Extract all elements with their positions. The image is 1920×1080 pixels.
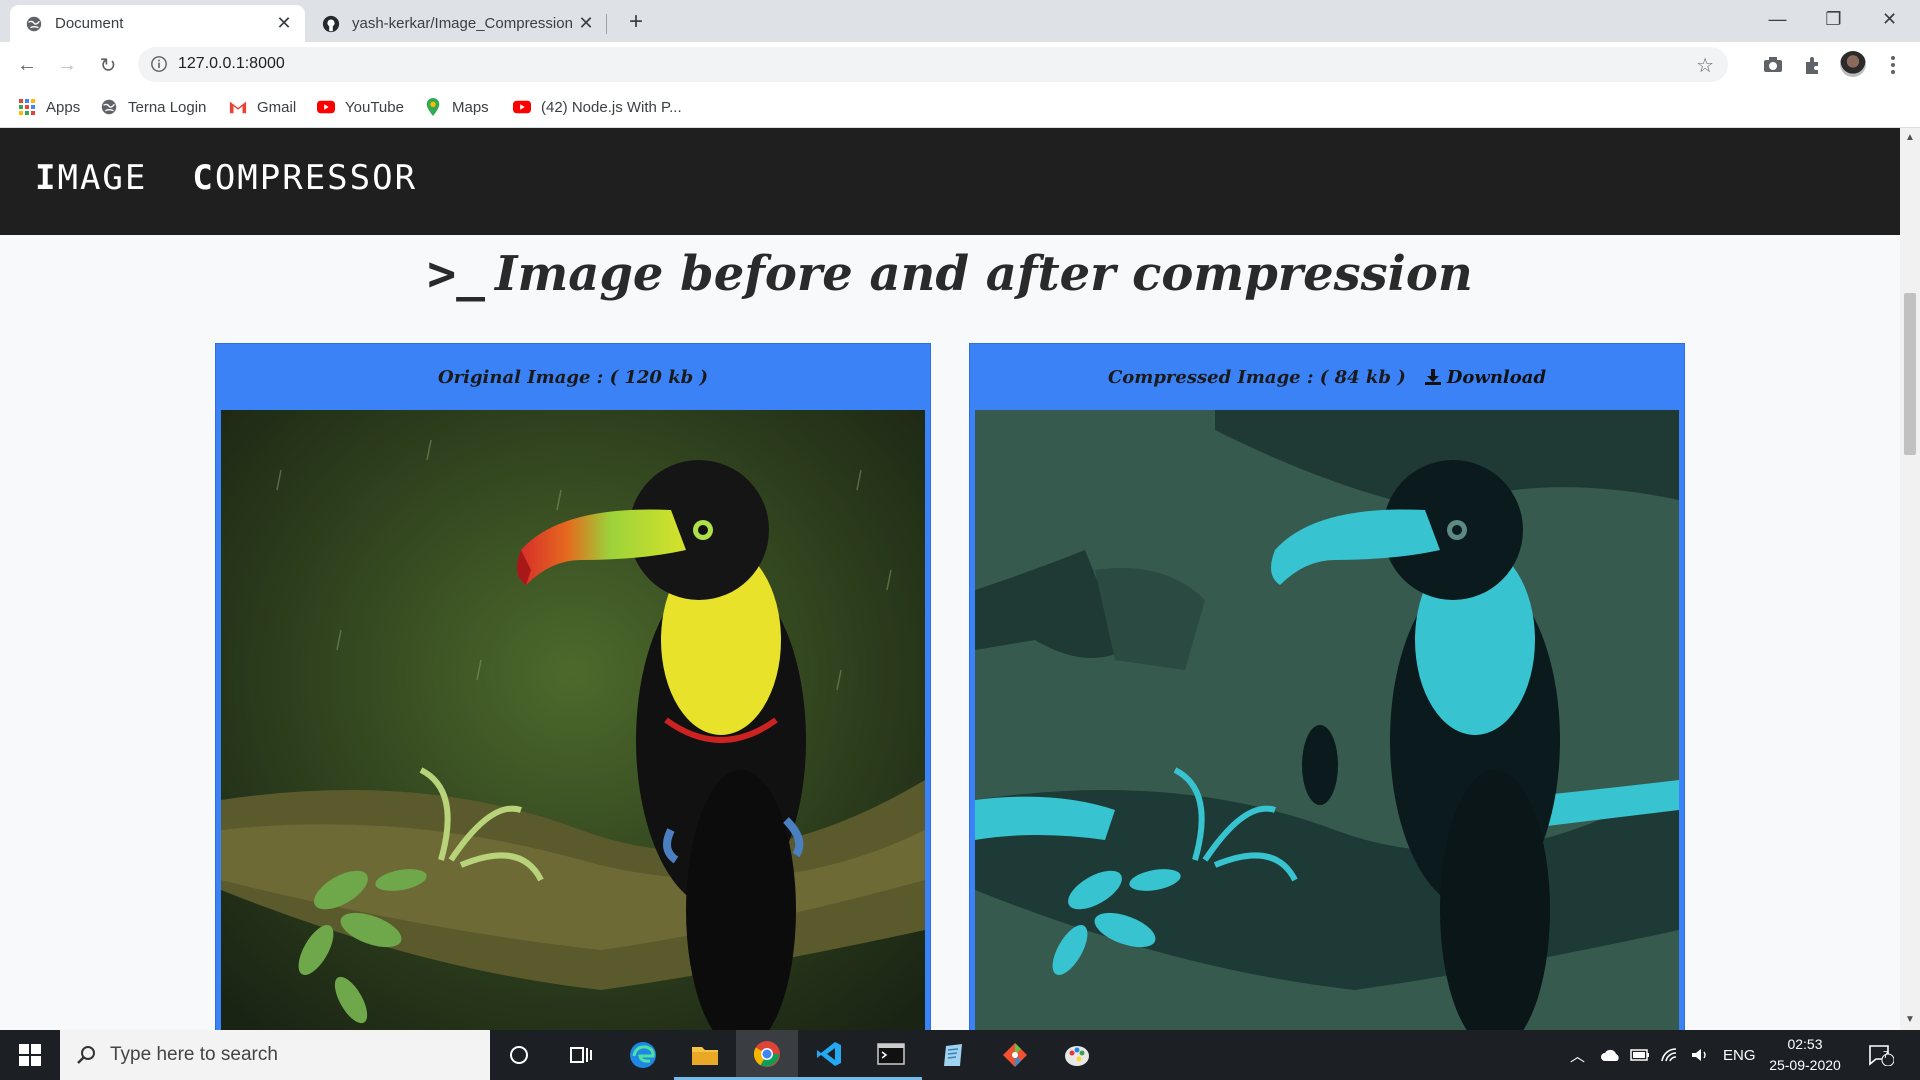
heading-text: Image before and after compression — [494, 246, 1473, 302]
download-link[interactable]: Download — [1424, 367, 1546, 388]
paint-icon[interactable] — [1046, 1030, 1108, 1080]
minimize-button[interactable]: — — [1750, 0, 1805, 38]
windows-taskbar: Type here to search ︿ ENG 02:53 25-09-20… — [0, 1030, 1920, 1080]
clock-date: 25-09-2020 — [1769, 1057, 1841, 1073]
bookmark-label: (42) Node.js With P... — [541, 98, 682, 116]
toucan-compressed-picture — [975, 410, 1679, 1030]
profile-avatar[interactable] — [1840, 51, 1866, 77]
battery-icon[interactable] — [1630, 1044, 1650, 1066]
extensions-icon[interactable] — [1800, 52, 1826, 78]
apps-grid-icon — [19, 99, 35, 115]
compressed-image-label: Compressed Image : ( 84 kb ) — [1107, 366, 1406, 388]
scroll-up-arrow-icon[interactable]: ▲ — [1904, 132, 1916, 144]
scrollbar-thumb[interactable] — [1904, 293, 1916, 455]
menu-icon[interactable] — [1880, 52, 1906, 78]
download-icon — [1424, 369, 1441, 385]
address-bar[interactable]: 127.0.0.1:8000 ☆ — [138, 47, 1728, 82]
page-scrollbar[interactable]: ▲ ▼ — [1900, 128, 1920, 1030]
brand-initial-c: C — [192, 158, 215, 198]
clock-time: 02:53 — [1787, 1036, 1823, 1052]
original-image-label: Original Image : ( 120 kb ) — [437, 366, 709, 388]
edge-icon[interactable] — [612, 1030, 674, 1080]
bookmark-label: Gmail — [257, 98, 297, 116]
toucan-original-picture — [221, 410, 925, 1030]
maps-icon — [426, 98, 440, 116]
globe-icon — [26, 16, 42, 31]
close-tab-icon[interactable]: ✕ — [273, 13, 295, 35]
browser-toolbar: ← → ↻ 127.0.0.1:8000 ☆ — [0, 42, 1920, 86]
new-tab-button[interactable]: + — [622, 8, 650, 36]
compressed-image-card: Compressed Image : ( 84 kb ) Download — [969, 343, 1685, 1030]
onedrive-icon[interactable] — [1600, 1044, 1622, 1066]
restore-button[interactable]: ❐ — [1806, 0, 1861, 38]
git-icon[interactable] — [984, 1030, 1046, 1080]
bookmark-label: Terna Login — [128, 98, 207, 116]
wifi-icon[interactable] — [1660, 1044, 1680, 1066]
bookmark-terna-login[interactable]: Terna Login — [100, 95, 206, 119]
notepad-icon[interactable] — [922, 1030, 984, 1080]
bookmark-youtube[interactable]: YouTube — [317, 95, 404, 119]
site-navbar: IMAGE COMPRESSOR — [0, 128, 1900, 235]
search-icon — [77, 1046, 95, 1064]
search-placeholder: Type here to search — [110, 1044, 278, 1065]
reload-button[interactable]: ↻ — [93, 50, 123, 80]
gmail-icon — [229, 101, 247, 114]
action-center-icon[interactable]: 7 — [1868, 1044, 1894, 1066]
tab-document[interactable]: Document ✕ — [10, 5, 305, 42]
task-view-icon[interactable] — [550, 1030, 612, 1080]
url-text: 127.0.0.1:8000 — [178, 55, 285, 72]
taskbar-clock[interactable]: 02:53 25-09-2020 — [1760, 1034, 1850, 1076]
brand-initial-i: I — [35, 158, 58, 198]
bookmarks-bar: Apps Terna Login Gmail YouTube Maps (42)… — [0, 86, 1920, 128]
github-icon — [322, 15, 340, 32]
terminal-icon[interactable] — [860, 1030, 922, 1080]
bookmark-label: Apps — [46, 98, 81, 116]
tab-title: Document — [55, 15, 124, 32]
bookmark-gmail[interactable]: Gmail — [229, 95, 296, 119]
bookmark-star-icon[interactable]: ☆ — [1696, 53, 1714, 78]
compressed-image — [975, 410, 1679, 1030]
info-icon[interactable] — [150, 55, 168, 73]
tab-title: yash-kerkar/Image_Compression — [352, 15, 573, 32]
back-button[interactable]: ← — [12, 50, 42, 80]
original-image-header: Original Image : ( 120 kb ) — [216, 344, 930, 410]
tab-strip: Document ✕ yash-kerkar/Image_Compression… — [0, 0, 1920, 42]
site-brand[interactable]: IMAGE COMPRESSOR — [35, 158, 417, 198]
close-tab-icon[interactable]: ✕ — [575, 13, 597, 35]
terminal-prompt-icon: >_ — [427, 246, 485, 302]
taskbar-search[interactable]: Type here to search — [60, 1030, 490, 1080]
cortana-icon[interactable] — [488, 1030, 550, 1080]
page-viewport: IMAGE COMPRESSOR >_ Image before and afte… — [0, 128, 1900, 1030]
language-indicator[interactable]: ENG — [1723, 1044, 1756, 1066]
camera-icon[interactable] — [1760, 52, 1786, 78]
compressed-image-header: Compressed Image : ( 84 kb ) Download — [970, 344, 1684, 410]
forward-button[interactable]: → — [52, 50, 82, 80]
youtube-icon — [513, 100, 531, 114]
brand-word-compressor: OMPRESSOR — [214, 158, 418, 198]
chrome-icon[interactable] — [736, 1030, 798, 1080]
tab-github[interactable]: yash-kerkar/Image_Compression ✕ — [307, 5, 607, 42]
brand-word-image: MAGE — [57, 158, 148, 198]
vscode-icon[interactable] — [798, 1030, 860, 1080]
original-image — [221, 410, 925, 1030]
bookmark-label: Maps — [452, 98, 489, 116]
file-explorer-icon[interactable] — [674, 1030, 736, 1080]
bookmark-maps[interactable]: Maps — [424, 95, 489, 119]
bookmark-nodejs-video[interactable]: (42) Node.js With P... — [513, 95, 682, 119]
youtube-icon — [317, 100, 335, 114]
start-button[interactable] — [0, 1030, 60, 1080]
notification-count: 7 — [1883, 1050, 1889, 1061]
bookmark-label: YouTube — [345, 98, 404, 116]
bookmark-apps[interactable]: Apps — [18, 95, 80, 119]
download-label: Download — [1446, 366, 1547, 388]
scroll-down-arrow-icon[interactable]: ▼ — [1904, 1014, 1916, 1026]
volume-icon[interactable] — [1690, 1044, 1710, 1066]
page-heading: >_ Image before and after compression — [0, 246, 1900, 302]
original-image-card: Original Image : ( 120 kb ) — [215, 343, 931, 1030]
globe-icon — [101, 99, 117, 115]
windows-logo-icon — [19, 1044, 41, 1066]
show-hidden-icons-icon[interactable]: ︿ — [1570, 1044, 1585, 1066]
close-window-button[interactable]: ✕ — [1862, 0, 1917, 38]
